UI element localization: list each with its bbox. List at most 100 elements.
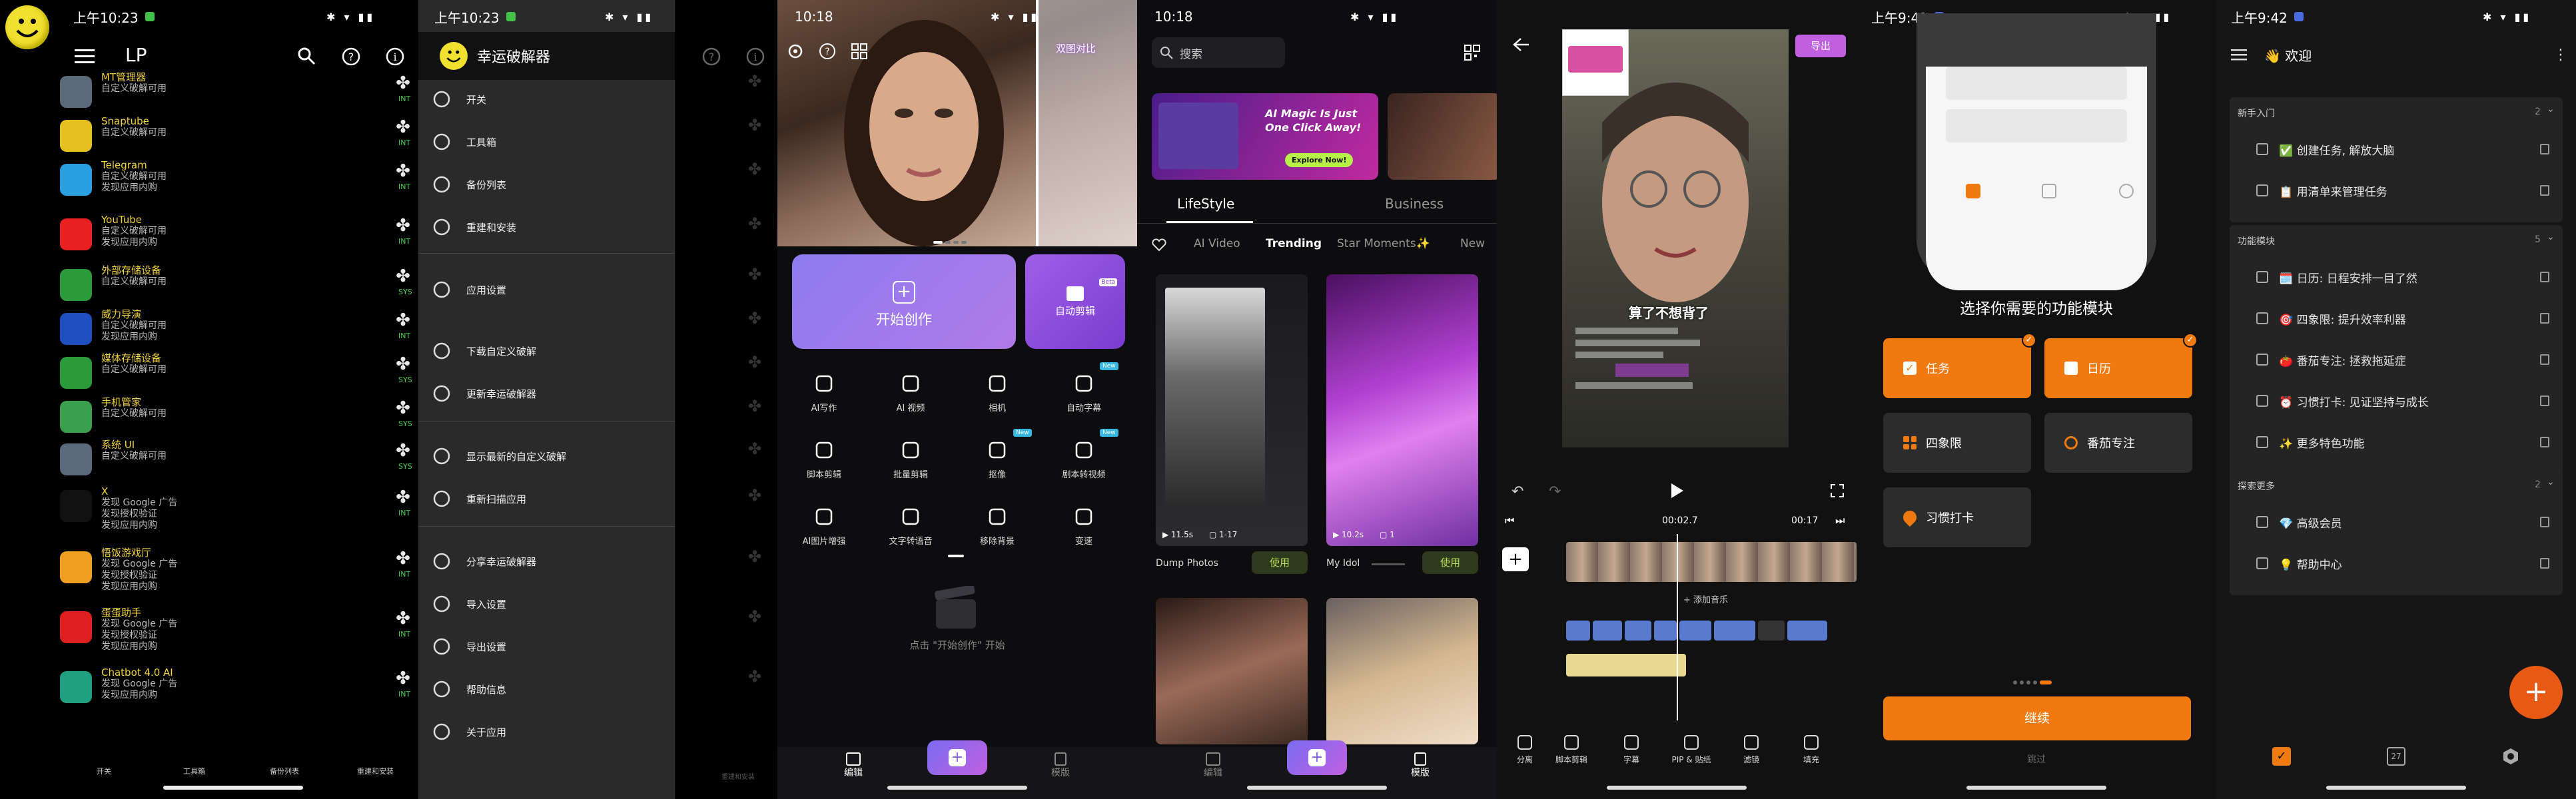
timeline[interactable]: ⏮ 00:02.7 00:17 ⏭ + + 添加音乐 xyxy=(1497,510,1857,723)
template-card[interactable]: ▶ 10.2s ▢ 1 xyxy=(1326,274,1478,546)
module-task[interactable]: ✓ 任务 ✓ xyxy=(1883,333,2036,398)
module-habit[interactable]: 习惯打卡 xyxy=(1883,487,2031,547)
tool-button[interactable]: 相机 xyxy=(957,370,1037,413)
template-card[interactable] xyxy=(1156,598,1308,744)
continue-button[interactable]: 继续 xyxy=(1883,696,2191,740)
nav-edit[interactable]: 编辑 xyxy=(1193,752,1233,779)
tab-lifestyle[interactable]: LifeStyle xyxy=(1177,196,1234,212)
tool-button[interactable]: 移除背景 xyxy=(957,503,1037,547)
promo-banner-2[interactable] xyxy=(1388,93,1497,180)
task-checkbox[interactable] xyxy=(2256,395,2268,407)
tool-button[interactable]: AI写作 xyxy=(784,370,864,413)
tool-button[interactable]: 抠像 xyxy=(957,437,1037,480)
search-bar[interactable]: 搜索 xyxy=(1152,37,1285,68)
task-checkbox[interactable] xyxy=(2256,312,2268,324)
undo-icon[interactable]: ↶ xyxy=(1511,483,1523,500)
play-icon[interactable] xyxy=(1669,482,1685,499)
edit-tool-button[interactable]: 滤镜 xyxy=(1723,734,1779,765)
tool-button[interactable]: 变速 xyxy=(1044,503,1124,547)
edit-tool-button[interactable]: 填充 xyxy=(1783,734,1839,765)
task-checkbox[interactable] xyxy=(2256,271,2268,283)
task-checkbox[interactable] xyxy=(2256,184,2268,196)
playhead[interactable] xyxy=(1677,534,1678,720)
chip-trending[interactable]: Trending xyxy=(1266,237,1322,250)
drawer-item[interactable]: 应用设置 xyxy=(418,273,675,306)
app-row[interactable]: Telegram 自定义破解可用 发现应用内购 xyxy=(0,160,373,204)
nav-templates[interactable]: 模版 xyxy=(1400,752,1440,779)
task-checkbox[interactable] xyxy=(2256,436,2268,448)
start-create-button[interactable]: + 开始创作 xyxy=(792,254,1016,349)
drawer-item[interactable]: 工具箱 xyxy=(418,125,675,158)
tool-button[interactable]: 剧本转视频 xyxy=(1044,437,1124,480)
scan-icon[interactable] xyxy=(1464,44,1481,61)
help-icon[interactable]: ? xyxy=(341,47,361,67)
app-row[interactable]: Snaptube 自定义破解可用 xyxy=(0,116,373,160)
create-fab[interactable]: + xyxy=(927,740,987,775)
note-icon[interactable] xyxy=(2540,437,2549,447)
note-icon[interactable] xyxy=(2540,354,2549,365)
task-checkbox[interactable] xyxy=(2256,354,2268,366)
scrim-overlay[interactable]: ? i ✤ ✤ ✤ ✤ ✤ ✤ ✤ ✤ ✤ ✤ ✤ ✤ ✤ 重建和安装 xyxy=(675,0,777,799)
task-item[interactable]: 📋 用清单来管理任务 xyxy=(2230,170,2563,210)
note-icon[interactable] xyxy=(2540,396,2549,406)
note-icon[interactable] xyxy=(2540,144,2549,154)
skip-link[interactable]: 跳过 xyxy=(1857,752,2216,766)
info-icon[interactable]: i xyxy=(385,47,405,67)
use-button[interactable]: 使用 xyxy=(1422,551,1478,574)
heart-icon[interactable] xyxy=(1152,238,1166,252)
drawer-item[interactable]: 关于应用 xyxy=(418,715,675,748)
tool-button[interactable]: 自动字幕 xyxy=(1044,370,1124,413)
export-button[interactable]: 导出 xyxy=(1795,35,1846,57)
fullscreen-icon[interactable] xyxy=(1830,483,1845,498)
drawer-item[interactable]: 开关 xyxy=(418,83,675,116)
grid-icon[interactable] xyxy=(851,43,868,60)
drawer-item[interactable]: 下载自定义破解 xyxy=(418,334,675,368)
app-row[interactable]: 手机管家 自定义破解可用 xyxy=(0,397,373,441)
tool-button[interactable]: 批量剪辑 xyxy=(871,437,951,480)
sticker-track[interactable] xyxy=(1566,654,1686,676)
chip-ai-video[interactable]: AI Video xyxy=(1194,237,1240,250)
note-icon[interactable] xyxy=(2540,517,2549,527)
chevron-down-icon[interactable]: ⌄ xyxy=(2547,104,2555,115)
task-item[interactable]: 🍅 番茄专注: 拯救拖延症 xyxy=(2230,340,2563,380)
module-calendar[interactable]: 日历 ✓ xyxy=(2044,333,2198,398)
task-checkbox[interactable] xyxy=(2256,557,2268,569)
settings-tab-icon[interactable] xyxy=(2501,747,2520,766)
drawer-item[interactable]: 帮助信息 xyxy=(418,672,675,706)
task-item[interactable]: 🗓️ 日历: 日程安排一目了然 xyxy=(2230,257,2563,297)
template-card[interactable]: ▶ 11.5s ▢ 1-17 xyxy=(1156,274,1308,546)
drawer-item[interactable]: 更新幸运破解器 xyxy=(418,377,675,410)
tool-button[interactable]: 脚本剪辑 xyxy=(784,437,864,480)
tool-button[interactable]: 文字转语音 xyxy=(871,503,951,547)
nav-edit[interactable]: 编辑 xyxy=(833,752,873,779)
app-row[interactable]: X 发现 Google 广告 发现授权验证 发现应用内购 xyxy=(0,486,373,531)
chevron-down-icon[interactable]: ⌄ xyxy=(2547,232,2555,242)
edit-tool-button[interactable]: PIP & 贴纸 xyxy=(1663,734,1719,765)
add-task-fab[interactable]: + xyxy=(2509,666,2563,719)
task-item[interactable]: ✨ 更多特色功能 xyxy=(2230,422,2563,462)
app-row[interactable]: 媒体存储设备 自定义破解可用 xyxy=(0,353,373,397)
help-icon[interactable]: ? xyxy=(819,43,836,60)
task-checkbox[interactable] xyxy=(2256,143,2268,155)
menu-icon[interactable] xyxy=(75,48,95,64)
app-row[interactable]: 外部存储设备 自定义破解可用 xyxy=(0,265,373,309)
template-card[interactable] xyxy=(1326,598,1478,744)
task-item[interactable]: ✅ 创建任务, 解放大脑 xyxy=(2230,129,2563,169)
settings-icon[interactable] xyxy=(787,43,804,60)
module-quadrant[interactable]: 四象限 xyxy=(1883,413,2031,473)
skip-start-icon[interactable]: ⏮ xyxy=(1505,514,1514,527)
chip-star-moments[interactable]: Star Moments✨ xyxy=(1337,237,1430,250)
nav-templates[interactable]: 模版 xyxy=(1041,752,1080,779)
note-icon[interactable] xyxy=(2540,313,2549,324)
drawer-item[interactable]: 重建和安装 xyxy=(418,210,675,244)
skip-end-icon[interactable]: ⏭ xyxy=(1835,514,1845,527)
add-music[interactable]: + 添加音乐 xyxy=(1683,593,1728,605)
tool-button[interactable]: AI 视频 xyxy=(871,370,951,413)
edit-tool-button[interactable]: 脚本剪辑 xyxy=(1543,734,1599,765)
tab-toolbox[interactable]: 工具箱 xyxy=(183,766,205,776)
app-row[interactable]: MT管理器 自定义破解可用 xyxy=(0,72,373,116)
tab-rebuild[interactable]: 重建和安装 xyxy=(357,766,394,776)
tasks-tab-icon[interactable]: ✓ xyxy=(2272,747,2291,766)
app-row[interactable]: 悟饭游戏厅 发现 Google 广告 发现授权验证 发现应用内购 xyxy=(0,547,373,592)
module-pomodoro[interactable]: 番茄专注 xyxy=(2044,413,2192,473)
